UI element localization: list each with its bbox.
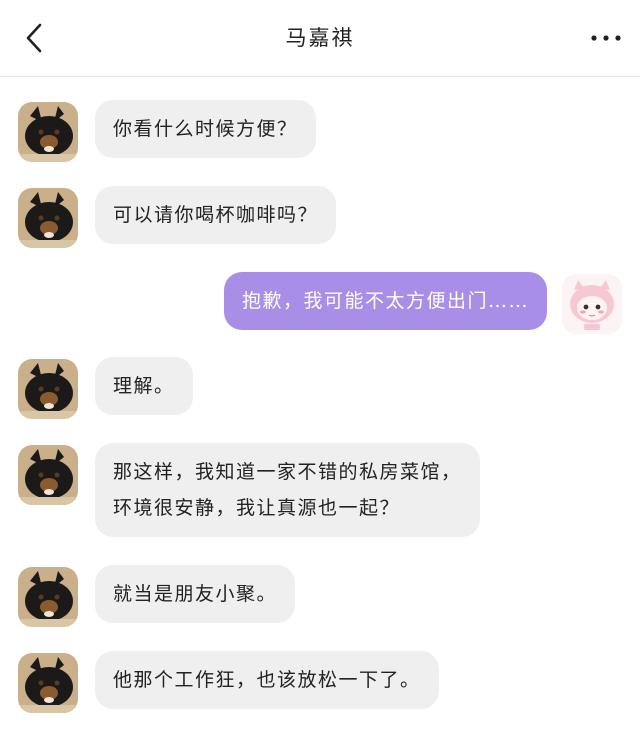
chat-header: 马嘉祺 [0, 0, 640, 77]
message-text: 你看什么时候方便？ [113, 118, 298, 140]
contact-avatar[interactable] [18, 567, 78, 627]
message-text: 可以请你喝杯咖啡吗？ [113, 204, 319, 226]
incoming-message-bubble[interactable]: 你看什么时候方便？ [95, 100, 316, 158]
contact-avatar[interactable] [18, 653, 78, 713]
contact-avatar[interactable] [18, 445, 78, 505]
message-text: 就当是朋友小聚。 [113, 583, 278, 605]
incoming-message-bubble[interactable]: 他那个工作狂，也该放松一下了。 [95, 651, 439, 709]
contact-avatar[interactable] [18, 102, 78, 162]
more-horizontal-icon [591, 35, 621, 41]
message-text-line: 环境很安静，我让真源也一起？ [113, 497, 401, 519]
outgoing-message-bubble[interactable]: 抱歉，我可能不太方便出门…… [223, 272, 547, 330]
message-text: 理解。 [113, 375, 175, 397]
incoming-message-bubble[interactable]: 理解。 [95, 357, 193, 415]
incoming-message-bubble[interactable]: 那这样，我知道一家不错的私房菜馆， 环境很安静，我让真源也一起？ [95, 443, 480, 537]
more-button[interactable] [588, 26, 624, 50]
message-text-line: 那这样，我知道一家不错的私房菜馆， [113, 461, 462, 483]
contact-avatar[interactable] [18, 359, 78, 419]
incoming-message-bubble[interactable]: 就当是朋友小聚。 [95, 565, 296, 623]
my-avatar[interactable] [562, 274, 622, 334]
incoming-message-bubble[interactable]: 可以请你喝杯咖啡吗？ [95, 186, 337, 244]
contact-avatar[interactable] [18, 188, 78, 248]
message-text: 他那个工作狂，也该放松一下了。 [113, 669, 421, 691]
message-text: 抱歉，我可能不太方便出门…… [241, 290, 529, 312]
chat-title: 马嘉祺 [285, 26, 355, 50]
